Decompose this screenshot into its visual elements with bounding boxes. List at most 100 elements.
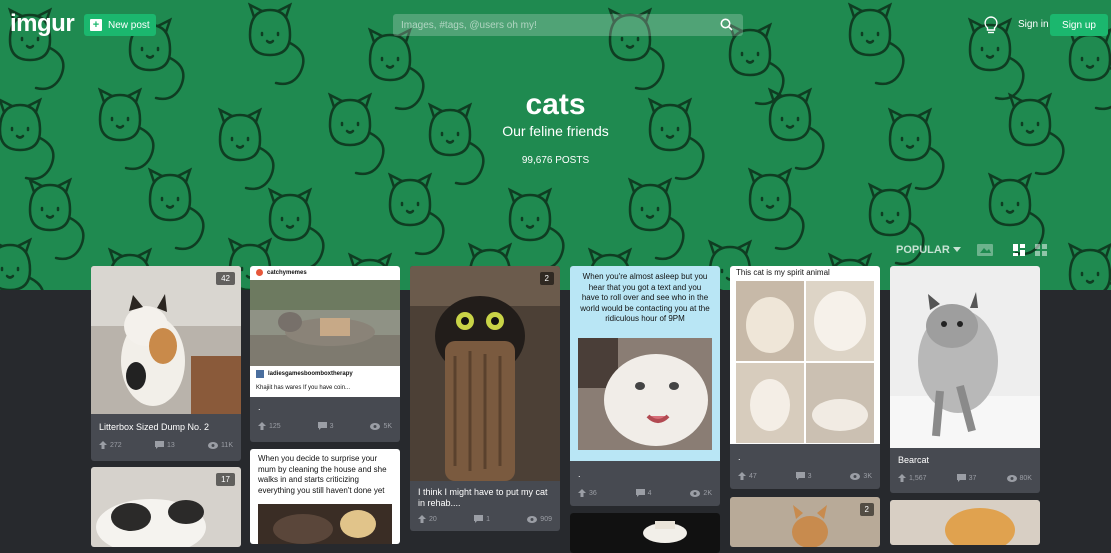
post-title: Litterbox Sized Dump No. 2 [99, 422, 210, 432]
post-card[interactable]: This cat is my spirit animal . 47 3 3K [730, 266, 880, 489]
upvote-arrow-icon [898, 474, 906, 482]
upvote-count: 125 [269, 422, 281, 430]
post-title: . [258, 402, 261, 412]
eye-icon [850, 472, 861, 480]
view-count: 80K [1019, 474, 1032, 482]
upvote-stat[interactable]: 125 [258, 422, 281, 430]
tag-post-count: 99,676 POSTS [521, 155, 590, 166]
plus-icon: + [90, 19, 102, 31]
view-stat: 5K [370, 422, 392, 430]
search-icon[interactable] [720, 18, 733, 31]
comment-icon [474, 515, 484, 523]
post-stats: 47 3 3K [738, 472, 872, 480]
post-image [890, 266, 1040, 448]
post-title: Bearcat [898, 455, 930, 465]
meme-username: catchymemes [267, 269, 307, 276]
post-stats: 1,567 37 80K [898, 474, 1032, 482]
eye-icon [690, 489, 701, 497]
search-input[interactable] [393, 14, 709, 36]
view-stat: 909 [527, 515, 552, 523]
sign-up-button[interactable]: Sign up [1050, 14, 1108, 36]
upvote-stat[interactable]: 1,567 [898, 474, 927, 482]
post-image: When you decide to surprise your mum by … [250, 449, 400, 544]
upvote-stat[interactable]: 20 [418, 515, 437, 523]
post-stats: 20 1 909 [418, 515, 552, 523]
meme-caption-text: When you decide to surprise your mum by … [258, 454, 387, 495]
post-card[interactable] [890, 500, 1040, 545]
post-image [890, 500, 1040, 545]
waterfall-view-icon[interactable] [1012, 244, 1025, 256]
post-card[interactable]: catchymemes ladiesgamesboomboxtherapy Kh… [250, 266, 400, 442]
upvote-arrow-icon [99, 441, 107, 449]
post-image [730, 497, 880, 547]
grid-view-icon[interactable] [1034, 244, 1047, 256]
upvote-stat[interactable]: 36 [578, 489, 597, 497]
post-title: . [738, 452, 741, 462]
comment-stat[interactable]: 3 [317, 422, 334, 430]
comment-icon [154, 441, 164, 449]
post-stats: 125 3 5K [258, 422, 392, 430]
meme-caption-user: ladiesgamesboomboxtherapy [268, 371, 353, 377]
upvote-stat[interactable]: 47 [738, 472, 757, 480]
post-card[interactable]: Bearcat 1,567 37 80K [890, 266, 1040, 493]
sign-in-link[interactable]: Sign in [1018, 19, 1049, 30]
post-image [570, 513, 720, 553]
comment-stat[interactable]: 4 [635, 489, 652, 497]
upvote-count: 36 [589, 489, 597, 497]
view-stat: 3K [850, 472, 872, 480]
post-title: I think I might have to put my cat in re… [418, 487, 548, 508]
comment-count: 1 [486, 515, 490, 523]
comment-count: 3 [807, 472, 812, 480]
comment-count: 3 [329, 422, 334, 430]
image-count-badge: 2 [859, 503, 874, 516]
post-image: catchymemes ladiesgamesboomboxtherapy Kh… [250, 266, 400, 397]
comment-stat[interactable]: 37 [956, 474, 977, 482]
comment-icon [956, 474, 966, 482]
new-post-button[interactable]: + New post [84, 14, 156, 36]
post-card[interactable]: 17 [91, 467, 241, 547]
meme-photo-grid [736, 281, 874, 443]
sort-controls: POPULAR [896, 244, 1047, 256]
comment-count: 13 [166, 441, 175, 449]
comment-stat[interactable]: 1 [474, 515, 490, 523]
meme-photo [250, 280, 400, 366]
meme-caption-text: This cat is my spirit animal [736, 268, 830, 277]
upvote-stat[interactable]: 272 [99, 441, 122, 449]
upvote-count: 272 [110, 441, 122, 449]
new-post-label: New post [108, 19, 150, 31]
view-stat: 2K [690, 489, 712, 497]
post-stats: 36 4 2K [578, 489, 712, 497]
sort-dropdown[interactable]: POPULAR [896, 244, 961, 256]
post-image: This cat is my spirit animal [730, 266, 880, 444]
post-card[interactable]: When you decide to surprise your mum by … [250, 449, 400, 544]
upvote-arrow-icon [578, 489, 586, 497]
tag-hero-banner: imgur + New post Sign in Sign up cats Ou… [0, 0, 1111, 290]
post-card[interactable]: 42 Litterbox Sized Dump No. 2 272 13 11K [91, 266, 241, 461]
tag-title: cats [525, 88, 586, 121]
post-card[interactable]: When you're almost asleep but you hear t… [570, 266, 720, 506]
comment-stat[interactable]: 3 [795, 472, 812, 480]
image-count-badge: 2 [539, 272, 554, 285]
view-count: 5K [383, 422, 392, 430]
comment-icon [317, 422, 327, 430]
post-card[interactable]: 2 [730, 497, 880, 547]
meme-caption-text: When you're almost asleep but you hear t… [580, 272, 710, 323]
meme-photo [578, 338, 712, 450]
post-card[interactable] [570, 513, 720, 553]
comment-stat[interactable]: 13 [154, 441, 175, 449]
post-card[interactable]: 2 I think I might have to put my cat in … [410, 266, 560, 531]
chevron-down-icon [952, 247, 961, 252]
upvote-count: 20 [429, 515, 437, 523]
upvote-count: 1,567 [909, 474, 927, 482]
view-stat: 80K [1006, 474, 1032, 482]
comment-icon [635, 489, 645, 497]
imgur-logo[interactable]: imgur [10, 10, 75, 38]
post-title: . [578, 469, 581, 479]
auto-play-icon[interactable] [976, 244, 993, 256]
image-count-badge: 42 [216, 272, 235, 285]
view-count: 11K [221, 441, 233, 449]
meme-photo [258, 504, 392, 544]
comment-count: 37 [968, 474, 977, 482]
lightbulb-icon[interactable] [984, 16, 998, 34]
post-stats: 272 13 11K [99, 441, 233, 449]
